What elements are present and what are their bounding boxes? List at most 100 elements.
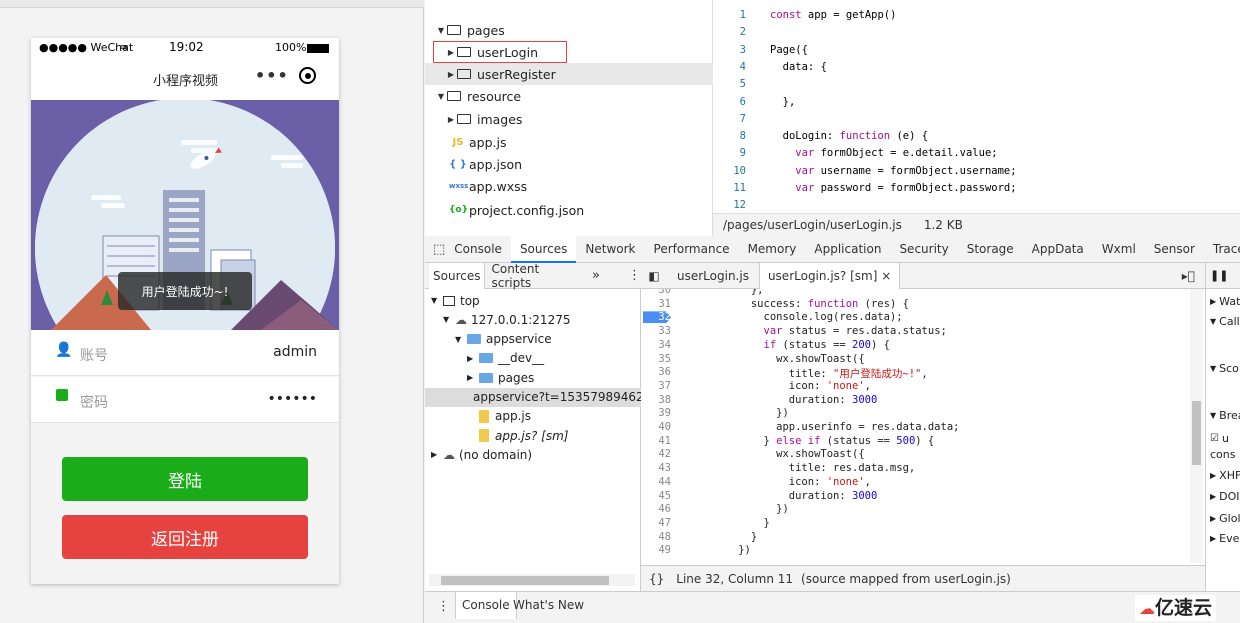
code-tab-userlogin-sm[interactable]: userLogin.js? [sm] × (758, 262, 901, 289)
line-number[interactable]: 34 (641, 339, 671, 351)
navigator-row[interactable]: ▶ ☁ (no domain) (431, 445, 532, 464)
line-number[interactable]: 47 (641, 517, 671, 529)
navigator-row[interactable]: ▶ __dev__ (467, 349, 544, 368)
line-number[interactable]: 37 (641, 380, 671, 392)
navigator-label: app.js? [sm] (495, 428, 569, 443)
section-dom[interactable]: ▶ DOI (1206, 486, 1240, 506)
toggle-debugger-icon[interactable]: ▸⃞ (1182, 269, 1195, 283)
devtools-tab-sensor[interactable]: Sensor (1145, 236, 1204, 263)
source-map-note: (source mapped from userLogin.js) (801, 571, 1011, 586)
drawer-menu-icon[interactable]: ⋮ (437, 599, 450, 614)
checkbox-icon[interactable]: ☑ (1210, 433, 1219, 444)
line-number[interactable]: 35 (641, 353, 671, 365)
devtools-tab-memory[interactable]: Memory (739, 236, 806, 263)
drawer-tab-console[interactable]: Console (455, 592, 517, 619)
tree-folder-resource[interactable]: ▼ resource (425, 85, 713, 107)
line-number[interactable]: 42 (641, 448, 671, 460)
section-breakpoints[interactable]: ▼Brea (1206, 405, 1240, 425)
tree-file-projectconfig[interactable]: {o} project.config.json (425, 199, 713, 221)
breakpoint-code: cons (1210, 447, 1236, 461)
nav-title: 小程序视频 (153, 74, 219, 89)
file-explorer: ▼ pages ▶ userLogin ▶ userRegister ▼ resourc… (425, 0, 713, 236)
devtools-tab-network[interactable]: Network (576, 236, 644, 263)
line-number: 9 (739, 147, 746, 160)
navigator-row[interactable]: ▶ pages (467, 368, 534, 387)
navigator-row[interactable]: ▼ ☁ 127.0.0.1:21275 (443, 310, 570, 329)
tab-content-scripts[interactable]: Content scripts (485, 262, 586, 290)
vertical-scrollbar[interactable] (1190, 289, 1203, 563)
tree-folder-pages[interactable]: ▼ pages (425, 19, 713, 41)
username-field[interactable]: 👤 账号 admin (31, 330, 339, 376)
code-editor[interactable]: 1 const app = getApp() 2 3 Page({4 data: {5 6… (713, 0, 1240, 213)
line-number[interactable]: 41 (641, 435, 671, 447)
tree-folder-userregister[interactable]: ▶ userRegister (425, 63, 713, 85)
code-line: } (675, 516, 770, 529)
devtools-tab-performance[interactable]: Performance (645, 236, 739, 263)
section-scope[interactable]: ▼ Sco (1206, 358, 1240, 378)
tree-folder-userlogin[interactable]: ▶ userLogin (425, 41, 713, 63)
devtools-tab-trace[interactable]: Trace (1204, 236, 1240, 263)
tree-file-appjs[interactable]: JS app.js (425, 131, 713, 153)
folder-icon (479, 353, 493, 364)
phone-screen: ●●●●● WeChat ≈ 19:02 100% 小程序视频 ••• 用户登陆… (31, 38, 339, 584)
tree-file-appjson[interactable]: { } app.json (425, 153, 713, 175)
close-tab-icon[interactable]: × (881, 269, 891, 283)
line-number[interactable]: 39 (641, 407, 671, 419)
code-view[interactable]: 30 }, 31 success: function (res) {32 cons… (641, 289, 1189, 563)
devtools-tab-application[interactable]: Application (805, 236, 890, 263)
navigator-row[interactable]: ▼ top (431, 291, 480, 310)
navigator-row[interactable]: app.js? [sm] (467, 426, 568, 445)
password-field[interactable]: 密码 •••••• (31, 377, 339, 423)
username-value[interactable]: admin (273, 344, 317, 360)
line-number[interactable]: 46 (641, 503, 671, 515)
horizontal-scrollbar[interactable] (429, 574, 635, 586)
line-number[interactable]: 44 (641, 476, 671, 488)
drawer-tab-whatsnew[interactable]: What's New (513, 592, 584, 619)
password-value[interactable]: •••••• (267, 391, 317, 407)
line-number[interactable]: 36 (641, 366, 671, 378)
navigator-row[interactable]: appservice?t=153579894620 (425, 387, 651, 407)
inspect-element-icon[interactable]: ⬚ (433, 242, 445, 257)
kebab-menu-icon[interactable]: ⋮ (628, 268, 641, 283)
line-number[interactable]: 45 (641, 490, 671, 502)
section-event[interactable]: ▶ Eve (1206, 528, 1240, 548)
tree-file-appwxss[interactable]: wxss app.wxss (425, 175, 713, 197)
line-number[interactable]: 31 (641, 298, 671, 310)
close-capsule-icon[interactable] (299, 67, 316, 84)
devtools-tab-wxml[interactable]: Wxml (1093, 236, 1145, 263)
code-line: wx.showToast({ (675, 448, 865, 461)
navigator-row[interactable]: ▼ appservice (455, 330, 552, 349)
breakpoint-marker[interactable]: 32 (643, 311, 671, 324)
devtools-tab-appdata[interactable]: AppData (1023, 236, 1093, 263)
line-number[interactable]: 49 (641, 544, 671, 556)
register-button[interactable]: 返回注册 (62, 515, 308, 559)
navigator-label: appservice?t=153579894620 (473, 390, 652, 404)
section-global[interactable]: ▶ Glol (1206, 508, 1240, 528)
login-button[interactable]: 登陆 (62, 457, 308, 501)
section-callstack[interactable]: ▼ Call (1206, 311, 1240, 331)
code-tab-userlogin[interactable]: userLogin.js (667, 263, 759, 289)
line-number[interactable]: 38 (641, 394, 671, 406)
line-number[interactable]: 30 (641, 289, 671, 296)
devtools-tab-sources[interactable]: Sources (510, 235, 577, 263)
line-number[interactable]: 43 (641, 462, 671, 474)
navigator-label: __dev__ (498, 351, 545, 366)
devtools-tab-storage[interactable]: Storage (958, 236, 1023, 263)
navigator-row[interactable]: app.js (467, 407, 531, 426)
toggle-navigator-icon[interactable]: ◧ (641, 269, 667, 283)
more-tabs-icon[interactable]: » (586, 268, 606, 283)
line-number[interactable]: 48 (641, 531, 671, 543)
line-number[interactable]: 40 (641, 421, 671, 433)
line-number[interactable]: 33 (641, 325, 671, 337)
section-xhr[interactable]: ▶ XHF (1206, 465, 1240, 485)
pretty-print-icon[interactable]: {} (649, 572, 664, 586)
section-watch[interactable]: ▶ Wat (1206, 291, 1240, 311)
devtools-tab-security[interactable]: Security (890, 236, 957, 263)
more-menu-icon[interactable]: ••• (255, 66, 289, 85)
code-line: var username = formObject.username; (795, 164, 1017, 177)
password-label: 密码 (80, 395, 108, 411)
tree-folder-images[interactable]: ▶ images (425, 108, 713, 130)
devtools-tab-console[interactable]: Console (445, 236, 511, 263)
tab-sources-nav[interactable]: Sources (429, 262, 486, 289)
pause-icon[interactable]: ❚❚ (1206, 263, 1240, 289)
